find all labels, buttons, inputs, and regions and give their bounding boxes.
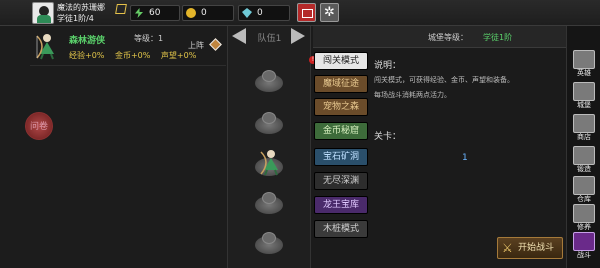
player-level: 学徒1阶/4 xyxy=(57,14,94,23)
team-slot-empty[interactable] xyxy=(255,232,283,254)
hero-list-panel: 森林游侠 等级：1 经验+0% 金币+0% 声望+0% 上阵 问卷 xyxy=(0,26,228,268)
mode-button-3[interactable]: 金币秘窟 xyxy=(314,122,368,140)
sidebar-label: 锻造 xyxy=(577,165,591,173)
gold-value: 0 xyxy=(201,8,207,18)
mode-button-6[interactable]: 龙王宝库 xyxy=(314,196,368,214)
team-slot-empty[interactable] xyxy=(255,192,283,214)
castle-level-bar: 城堡等级： 学徒1阶 xyxy=(313,26,566,48)
crossed-swords-icon: ⚔ xyxy=(502,241,513,255)
settings-gear-button[interactable]: ✲ xyxy=(320,3,339,22)
castle-level-value: 学徒1阶 xyxy=(483,33,513,42)
player-avatar[interactable] xyxy=(32,2,54,24)
sidebar-item-castle[interactable]: 城堡 xyxy=(571,82,597,109)
team-slot-hero-icon[interactable] xyxy=(258,148,284,176)
edit-icon[interactable] xyxy=(115,4,127,14)
mode-button-5[interactable]: 无尽深渊 xyxy=(314,172,368,190)
anvil-icon xyxy=(573,146,595,165)
shop-icon xyxy=(573,114,595,133)
survey-button[interactable]: 问卷 xyxy=(25,112,53,140)
sidebar-label: 城堡 xyxy=(577,101,591,109)
description-line: 闯关模式，可获得经验、金币、声望和装备。 xyxy=(374,76,514,84)
sidebar-label: 英雄 xyxy=(577,69,591,77)
deploy-diamond-icon[interactable] xyxy=(209,38,222,51)
mail-button[interactable] xyxy=(297,3,316,22)
gem-icon xyxy=(242,8,252,18)
top-bar: 魔法的苏珊娜 学徒1阶/4 60 0 0 ✲ xyxy=(0,0,600,26)
exp-bonus: 经验+0% xyxy=(69,51,105,60)
fame-bonus: 声望+0% xyxy=(160,51,197,60)
gold-coin-icon xyxy=(186,8,196,18)
training-icon xyxy=(573,204,595,223)
energy-counter: 60 xyxy=(130,5,180,21)
sidebar-item-shop[interactable]: 商店 xyxy=(571,114,597,141)
hero-stats: 经验+0% 金币+0% 声望+0% xyxy=(69,50,204,61)
hero-list-item[interactable]: 森林游侠 等级：1 经验+0% 金币+0% 声望+0% 上阵 xyxy=(30,30,226,66)
description-panel: 说明： 闯关模式，可获得经验、金币、声望和装备。 每场战斗消耗两点活力。 关卡：… xyxy=(370,52,564,262)
sidebar-item-hero[interactable]: 英雄 xyxy=(571,50,597,77)
energy-icon xyxy=(135,8,143,18)
castle-level-label: 城堡等级： xyxy=(428,33,468,42)
battle-portal-icon xyxy=(573,232,595,251)
mode-button-2[interactable]: 宠物之森 xyxy=(314,98,368,116)
mode-button-4[interactable]: 宝石矿洞 xyxy=(314,148,368,166)
forest-ranger-icon xyxy=(36,34,54,60)
gem-value: 0 xyxy=(257,8,263,18)
sidebar-item-warehouse[interactable]: 仓库 xyxy=(571,176,597,203)
castle-icon xyxy=(573,82,595,101)
hero-level: 等级：1 xyxy=(134,34,164,43)
energy-value: 60 xyxy=(149,8,161,18)
sidebar-label: 战斗 xyxy=(577,251,591,259)
start-battle-button[interactable]: ⚔ 开始战斗 xyxy=(497,237,563,259)
sidebar-item-battle[interactable]: 战斗 xyxy=(571,232,597,259)
team-column: 队伍1 xyxy=(228,26,311,268)
gold-counter: 0 xyxy=(182,5,234,21)
sidebar-label: 商店 xyxy=(577,133,591,141)
mode-button-7[interactable]: 木桩模式 xyxy=(314,220,368,238)
mode-button-1[interactable]: 魔域征途 xyxy=(314,75,368,93)
mode-button-0[interactable]: 闯关模式 xyxy=(314,52,368,70)
start-battle-label: 开始战斗 xyxy=(518,243,555,253)
gem-counter: 0 xyxy=(238,5,290,21)
player-name: 魔法的苏珊娜 xyxy=(57,3,105,12)
deploy-label[interactable]: 上阵 xyxy=(188,40,204,51)
team-slot-empty[interactable] xyxy=(255,70,283,92)
right-sidebar: 英雄 城堡 商店 锻造 仓库 修养 战斗 xyxy=(566,26,600,268)
sidebar-item-forge[interactable]: 锻造 xyxy=(571,146,597,173)
level-value[interactable]: 1 xyxy=(462,153,468,163)
description-title: 说明： xyxy=(374,61,402,71)
team-slot-empty[interactable] xyxy=(255,112,283,134)
description-line: 每场战斗消耗两点活力。 xyxy=(374,91,451,99)
level-title: 关卡： xyxy=(374,132,402,142)
sidebar-label: 仓库 xyxy=(577,195,591,203)
gold-bonus: 金币+0% xyxy=(114,51,151,60)
sidebar-item-training[interactable]: 修养 xyxy=(571,204,597,231)
warehouse-icon xyxy=(573,176,595,195)
sidebar-label: 修养 xyxy=(577,223,591,231)
hero-icon xyxy=(573,50,595,69)
hero-name: 森林游侠 xyxy=(69,36,106,46)
